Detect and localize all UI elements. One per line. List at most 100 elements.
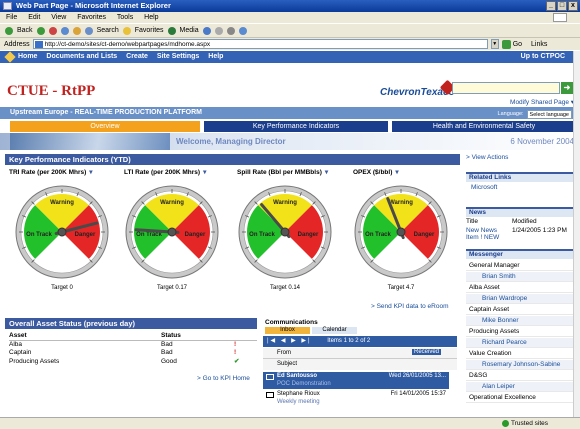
links-button[interactable]: Links xyxy=(531,41,547,48)
nav-up-link[interactable]: Up to CTPOC xyxy=(521,51,565,63)
tab-calendar[interactable]: Calendar xyxy=(312,327,357,334)
messenger-contact[interactable]: Alan Leiper xyxy=(466,382,578,392)
inbox-column-headers: From Received xyxy=(263,348,457,359)
send-kpi-link[interactable]: > Send KPI data to eRoom xyxy=(371,303,449,310)
search-icon[interactable] xyxy=(84,26,93,35)
gauge-label-yellow: Warning xyxy=(160,200,184,206)
tab-health-safety[interactable]: Health and Environmental Safety xyxy=(392,121,576,132)
media-icon[interactable] xyxy=(167,26,176,35)
messenger-group[interactable]: Alba Asset xyxy=(466,283,578,293)
tab-inbox[interactable]: Inbox xyxy=(265,327,310,334)
mail-item[interactable]: Ed Santousso Wed 26/01/2005 13... POC De… xyxy=(263,372,449,389)
security-zone: Trusted sites xyxy=(502,418,548,429)
messenger-contact[interactable]: Rosemary Johnson-Sabine xyxy=(466,360,578,370)
nav-site-settings[interactable]: Site Settings xyxy=(157,53,199,60)
menu-view[interactable]: View xyxy=(51,14,66,21)
search-go-button[interactable]: ➜ xyxy=(561,82,573,94)
column-received[interactable]: Received xyxy=(411,349,441,355)
menu-edit[interactable]: Edit xyxy=(28,14,40,21)
menu-favorites[interactable]: Favorites xyxy=(77,14,106,21)
address-dropdown[interactable]: ▼ xyxy=(490,39,499,49)
gauge-label-red: Danger xyxy=(185,232,206,238)
pager-icons[interactable]: |◀ ◀ ▶ ▶| xyxy=(267,338,312,344)
column-subject[interactable]: Subject xyxy=(277,361,297,367)
search-input[interactable] xyxy=(452,82,560,94)
nav-documents[interactable]: Documents and Lists xyxy=(46,53,117,60)
menu-tools[interactable]: Tools xyxy=(117,14,133,21)
envelope-icon xyxy=(266,392,274,398)
gauge-hub xyxy=(57,227,67,237)
history-icon[interactable] xyxy=(202,26,211,35)
back-button[interactable]: Back xyxy=(17,24,33,38)
asset-table: Asset Status Alba Bad ! Captain Bad ! Pr… xyxy=(9,332,257,366)
mail-subject: Weekly meeting xyxy=(277,399,320,405)
media-button[interactable]: Media xyxy=(180,24,199,38)
gauge-title-tri[interactable]: TRI Rate (per 200K Mhrs) ▾ xyxy=(9,168,93,177)
address-input[interactable]: http://ct-demo/sites/ct-demo/webpartpage… xyxy=(32,39,488,49)
forward-icon[interactable] xyxy=(36,26,45,35)
column-asset: Asset xyxy=(9,332,27,339)
menu-file[interactable]: File xyxy=(6,14,17,21)
column-from[interactable]: From xyxy=(277,350,291,356)
gauge-title-text: TRI Rate (per 200K Mhrs) xyxy=(9,169,87,176)
gauge-label-green: On Track xyxy=(249,232,275,238)
search-button[interactable]: Search xyxy=(97,24,119,38)
messenger-group[interactable]: Operational Excellence xyxy=(466,393,578,403)
asset-name: Captain xyxy=(9,349,32,356)
gauge-hub xyxy=(280,227,290,237)
nav-help[interactable]: Help xyxy=(208,53,223,60)
messenger-group[interactable]: Producing Assets xyxy=(466,327,578,337)
print-icon[interactable] xyxy=(226,26,235,35)
gauge-target: Target 0 xyxy=(51,285,73,291)
edit-icon[interactable] xyxy=(238,26,247,35)
communications-title: Communications xyxy=(263,318,457,327)
menu-help[interactable]: Help xyxy=(144,14,158,21)
home-icon[interactable] xyxy=(72,26,81,35)
maximize-button[interactable]: □ xyxy=(557,1,567,11)
mail-date: Fri 14/01/2005 15:37 xyxy=(390,391,446,397)
view-actions-link[interactable]: > View Actions xyxy=(466,154,508,161)
related-link-microsoft[interactable]: Microsoft xyxy=(471,184,497,191)
mail-item[interactable]: Stephane Rioux Fri 14/01/2005 15:37 Week… xyxy=(263,390,449,407)
minimize-button[interactable]: _ xyxy=(546,1,556,11)
messenger-contact[interactable]: Brian Wardrope xyxy=(466,294,578,304)
language-select[interactable]: Select language xyxy=(526,109,572,119)
tab-kpi[interactable]: Key Performance Indicators xyxy=(204,121,388,132)
gauge-title-lti[interactable]: LTI Rate (per 200K Mhrs) ▾ xyxy=(124,168,206,177)
close-button[interactable]: x xyxy=(568,1,578,11)
messenger-group[interactable]: Value Creation xyxy=(466,349,578,359)
gauge-label-yellow: Warning xyxy=(50,200,74,206)
messenger-group[interactable]: Captain Asset xyxy=(466,305,578,315)
gauge-title-spill[interactable]: Spill Rate (Bbl per MMBbls) ▾ xyxy=(237,168,328,177)
gauge-title-text: Spill Rate (Bbl per MMBbls) xyxy=(237,169,322,176)
messenger-contact[interactable]: Mike Bonner xyxy=(466,316,578,326)
back-icon[interactable] xyxy=(5,26,13,35)
stop-icon[interactable] xyxy=(48,26,57,35)
page-scrollbar[interactable] xyxy=(573,51,580,417)
gauge-label-green: On Track xyxy=(136,232,162,238)
window-title: Web Part Page - Microsoft Internet Explo… xyxy=(16,1,171,10)
asset-status: Bad xyxy=(161,340,173,348)
go-to-kpi-home-link[interactable]: > Go to KPI Home xyxy=(197,375,250,382)
favorites-button[interactable]: Favorites xyxy=(135,24,164,38)
go-button[interactable]: Go xyxy=(501,39,522,49)
gauge-title-opex[interactable]: OPEX ($/bbl) ▾ xyxy=(353,168,399,177)
favorites-icon[interactable] xyxy=(122,26,131,35)
messenger-group[interactable]: General Manager xyxy=(466,261,578,271)
address-label: Address xyxy=(4,40,30,48)
mail-icon[interactable] xyxy=(214,26,223,35)
refresh-icon[interactable] xyxy=(60,26,69,35)
site-title: CTUE - RtPP xyxy=(7,83,96,99)
language-label: Language: xyxy=(497,111,524,117)
messenger-contact[interactable]: Brian Smith xyxy=(466,272,578,282)
nav-create[interactable]: Create xyxy=(126,53,148,60)
nav-home[interactable]: Home xyxy=(18,53,37,60)
kpi-section-title: Key Performance Indicators (YTD) xyxy=(5,154,460,165)
table-row: Producing Assets Good ✔ xyxy=(9,358,257,367)
tab-overview[interactable]: Overview xyxy=(10,121,200,132)
messenger-group[interactable]: D&SG xyxy=(466,371,578,381)
messenger-contact[interactable]: Richard Pearce xyxy=(466,338,578,348)
news-item[interactable]: New News Item ! NEW xyxy=(466,227,506,241)
modify-shared-page-link[interactable]: Modify Shared Page ▾ xyxy=(510,98,574,106)
chevron-down-icon: ▾ xyxy=(395,169,399,176)
